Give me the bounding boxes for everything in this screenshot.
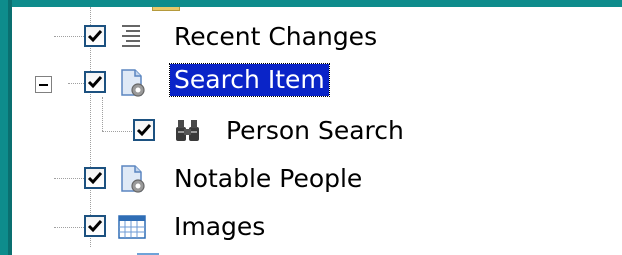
checkbox[interactable] [84,167,106,189]
tree-item-notable-people[interactable]: Notable People [12,155,612,201]
document-gear-icon [118,68,146,97]
tree-item-label[interactable]: Notable People [174,163,362,195]
window-frame-left [0,0,8,255]
checkbox[interactable] [84,215,106,237]
tree-item-label[interactable]: Person Search [226,115,404,147]
collapse-toggle[interactable] [35,76,52,93]
checkbox[interactable] [84,71,106,93]
grid-table-icon [118,215,146,243]
tree-item-label[interactable]: Recent Changes [174,21,377,53]
tree-item-person-search[interactable]: Person Search [12,107,612,153]
tree-item-images[interactable]: Images [12,203,612,249]
partial-icon-top [152,7,180,11]
tree-item-label[interactable]: Search Item [169,63,330,97]
checkbox[interactable] [84,25,106,47]
tree-item-label[interactable]: Images [174,211,265,243]
window-frame-top [0,0,622,7]
list-lines-icon [118,23,146,51]
document-gear-icon [118,164,146,193]
tree-item-recent-changes[interactable]: Recent Changes [12,13,612,59]
tree-view[interactable]: Recent Changes Search Item Person Search… [12,7,622,255]
binoculars-icon [174,117,202,145]
checkbox[interactable] [133,119,155,141]
tree-item-search-item[interactable]: Search Item [12,59,612,105]
